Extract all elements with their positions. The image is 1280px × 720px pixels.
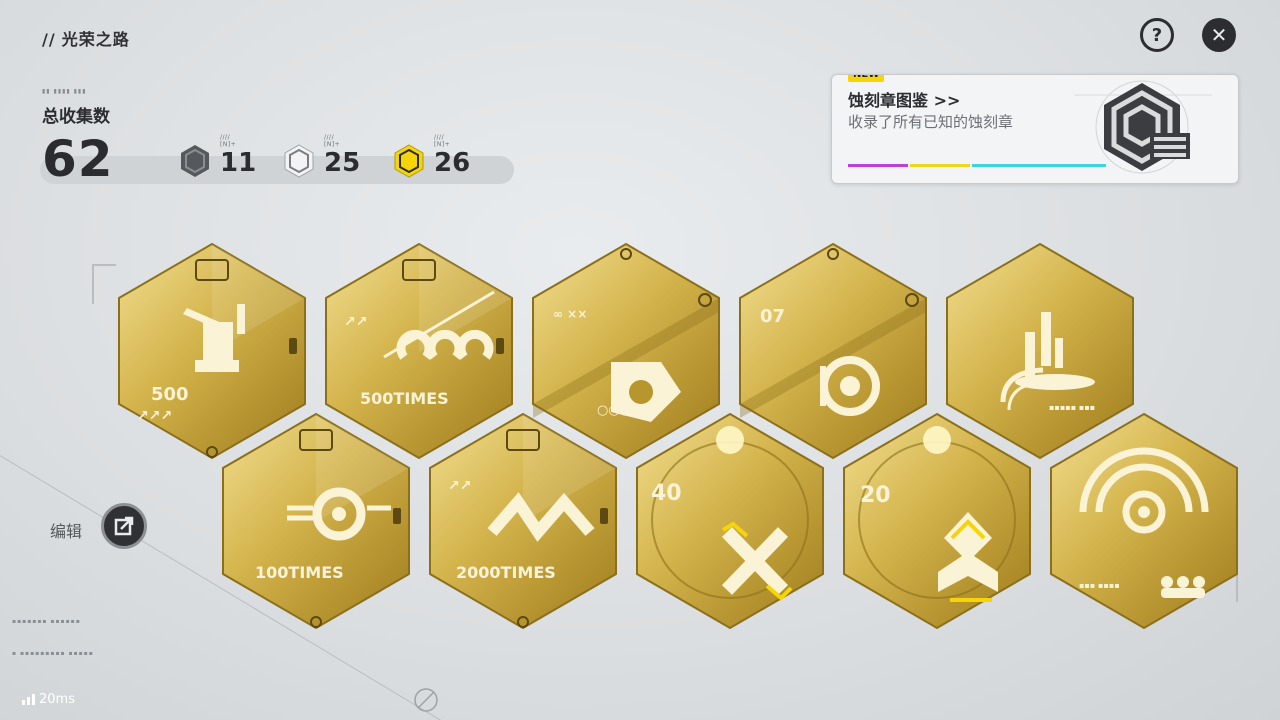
badge-crossed-40-text: 40 [651, 481, 682, 506]
badge-arrow-20-art: 20 [843, 412, 1031, 630]
codex-title: 蚀刻章图鉴 >> [848, 91, 961, 110]
svg-text:▪▪▪▪▪ ▪▪▪: ▪▪▪▪▪ ▪▪▪ [1049, 403, 1095, 412]
title-slash: // [42, 30, 56, 49]
svg-text:∞ ××: ∞ ×× [553, 307, 587, 321]
total-collection-label: 总收集数 [42, 107, 110, 127]
tier-silver-count: 25 [324, 148, 361, 178]
badge-crosshair-100times-art: 100TIMES [222, 412, 410, 630]
dark-hex-icon [181, 145, 209, 177]
svg-text:↗↗↗: ↗↗↗ [137, 408, 172, 424]
badge-zigzag-2000times[interactable]: ↗↗ 2000TIMES [428, 412, 618, 630]
svg-text:▪▪▪ ▪▪▪▪: ▪▪▪ ▪▪▪▪ [1079, 581, 1120, 590]
badge-robot-500-text: 500 [151, 384, 189, 405]
badge-crosshair-text: 100TIMES [255, 563, 344, 582]
svg-text:↗↗: ↗↗ [344, 314, 367, 330]
lower-deco-2: ▪ ▪▪▪▪▪▪▪▪▪ ▪▪▪▪▪ [12, 650, 94, 657]
badge-zigzag-text: 2000TIMES [456, 563, 556, 582]
badge-wave-500times-text: 500TIMES [360, 389, 449, 408]
lower-deco-1: ▪▪▪▪▪▪▪ ▪▪▪▪▪▪ [12, 618, 81, 625]
network-latency: 20ms [22, 692, 75, 707]
badge-crossed-40-art: 40 [636, 412, 824, 630]
silver-hex-icon [284, 144, 314, 178]
edit-button[interactable] [101, 503, 147, 549]
tier-silver: ////[N]+ 25 [284, 134, 360, 178]
latency-text: 20ms [39, 692, 75, 707]
badge-signal-team[interactable]: ▪▪▪ ▪▪▪▪ [1049, 412, 1239, 630]
tier-silver-tiny: ////[N]+ [324, 134, 341, 148]
circle-slash-icon [414, 688, 438, 712]
signal-bars-icon [22, 694, 35, 705]
badge-signal-team-art: ▪▪▪ ▪▪▪▪ [1050, 412, 1238, 630]
top-right-controls: ? ✕ [1140, 18, 1236, 52]
codex-emblem-icon [1074, 80, 1212, 174]
edit-label: 编辑 [50, 522, 83, 541]
question-circle-icon[interactable]: ? [1140, 18, 1174, 52]
tier-dark-count: 11 [220, 148, 257, 178]
tier-dark-tiny: ////[N]+ [220, 134, 237, 148]
codex-stripe-magenta [848, 164, 908, 167]
badge-crossed-40[interactable]: 40 [635, 412, 825, 630]
bg-bracket-left [92, 264, 94, 304]
tier-gold: ////[N]+ 26 [394, 134, 470, 178]
page-title-text: 光荣之路 [61, 30, 130, 49]
codex-stripe-yellow [910, 164, 970, 167]
page-title: // 光荣之路 [42, 26, 130, 50]
new-badge: NEW [848, 75, 885, 82]
edit-arrow-icon [114, 516, 134, 536]
badge-arrow-20[interactable]: 20 [842, 412, 1032, 630]
codex-subtitle: 收录了所有已知的蚀刻章 [848, 113, 1014, 131]
badge-arrow-20-text: 20 [860, 483, 891, 508]
svg-text:↗↗: ↗↗ [448, 478, 471, 494]
total-collection-count: 62 [42, 130, 114, 188]
svg-text:07: 07 [760, 306, 785, 327]
badge-crosshair-100times[interactable]: 100TIMES [221, 412, 411, 630]
close-x-icon[interactable]: ✕ [1202, 18, 1236, 52]
badge-zigzag-2000times-art: ↗↗ 2000TIMES [429, 412, 617, 630]
tier-gold-count: 26 [434, 148, 471, 178]
collect-decoration: ▮▮ ▮▮▮▮ ▮▮▮ [42, 88, 87, 95]
gold-hex-icon [394, 144, 424, 178]
tier-dark: ////[N]+ 11 [180, 134, 256, 178]
badge-codex-card[interactable]: NEW 蚀刻章图鉴 >> 收录了所有已知的蚀刻章 [831, 74, 1239, 184]
bg-bracket-left-top [92, 264, 116, 266]
tier-gold-tiny: ////[N]+ [434, 134, 451, 148]
